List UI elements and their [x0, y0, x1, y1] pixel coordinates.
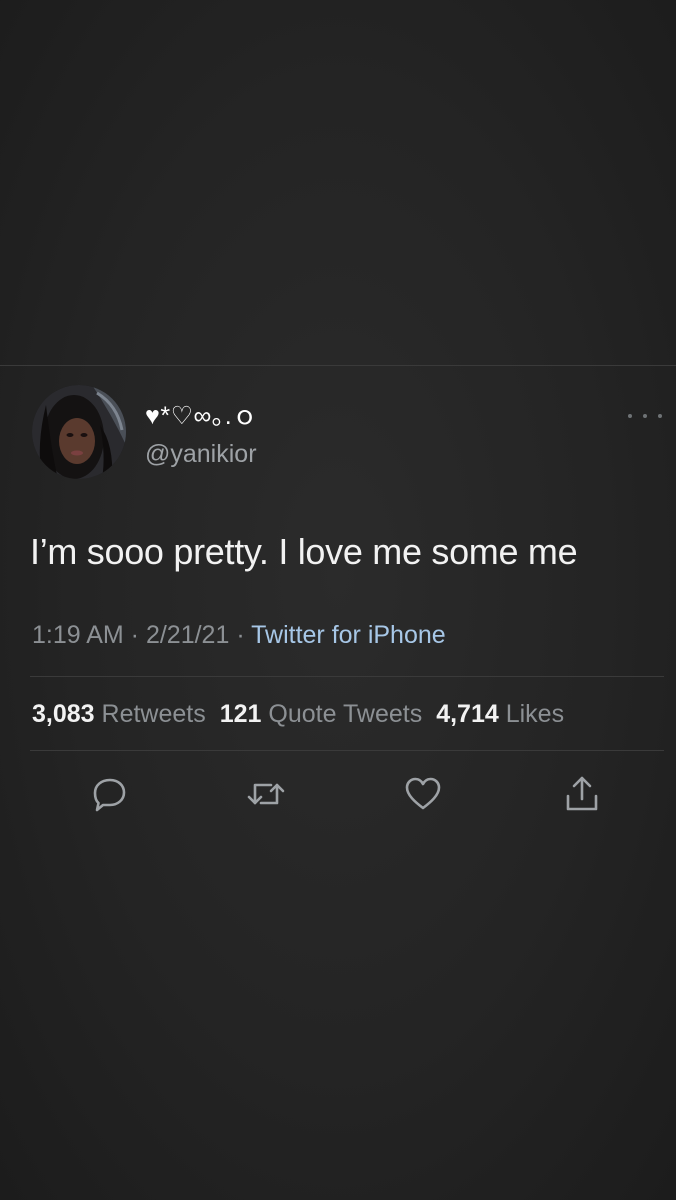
tweet-meta: 1:19 AM · 2/21/21 · Twitter for iPhone [32, 620, 446, 650]
more-dot-icon [658, 414, 662, 418]
tweet-date: 2/21/21 [145, 621, 230, 649]
quote-tweets-label: Quote Tweets [268, 700, 423, 728]
reply-button[interactable] [90, 774, 130, 814]
quote-tweets-stat[interactable]: 121 Quote Tweets [220, 700, 422, 728]
quote-tweets-count: 121 [219, 700, 262, 728]
more-options-button[interactable] [628, 408, 662, 424]
divider [30, 676, 664, 677]
retweets-stat[interactable]: 3,083 Retweets [32, 700, 206, 728]
tweet-text: I’m sooo pretty. I love me some me [30, 531, 578, 572]
retweets-label: Retweets [101, 700, 206, 728]
tweet-actions [0, 774, 676, 814]
display-name[interactable]: ♥*♡∞｡.ｏ [145, 402, 258, 430]
reply-icon [93, 778, 126, 812]
likes-stat[interactable]: 4,714 Likes [436, 700, 564, 728]
share-icon [566, 776, 598, 811]
tweet-stats: 3,083 Retweets 121 Quote Tweets 4,714 Like… [32, 699, 578, 729]
tweet-source-link[interactable]: Twitter for iPhone [251, 621, 446, 649]
more-dot-icon [628, 414, 632, 418]
retweet-icon [247, 783, 285, 805]
top-divider [0, 365, 676, 366]
avatar[interactable] [32, 385, 126, 479]
share-button[interactable] [562, 774, 602, 814]
more-dot-icon [643, 414, 647, 418]
meta-separator: · [123, 621, 146, 649]
divider [30, 750, 664, 751]
heart-icon [405, 777, 441, 810]
user-handle[interactable]: @yanikior [145, 439, 257, 469]
likes-count: 4,714 [436, 700, 499, 728]
retweet-button[interactable] [246, 774, 286, 814]
avatar-image [32, 385, 126, 479]
likes-label: Likes [505, 700, 565, 728]
tweet-time: 1:19 AM [32, 621, 124, 649]
meta-separator: · [229, 621, 252, 649]
like-button[interactable] [403, 774, 443, 814]
retweets-count: 3,083 [32, 700, 95, 728]
